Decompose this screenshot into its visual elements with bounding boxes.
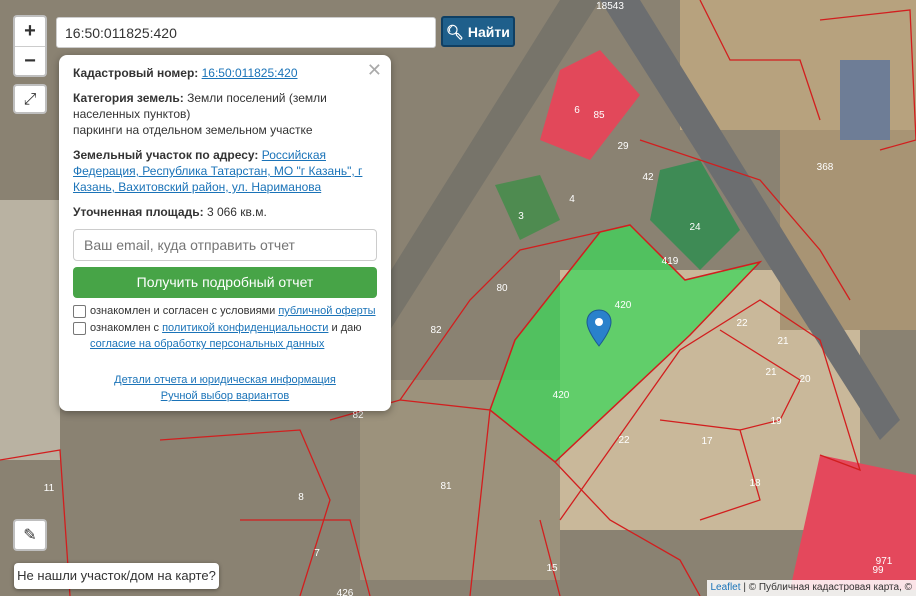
offer-text: ознакомлен и согласен с условиями xyxy=(90,305,276,317)
parcel-label: 21 xyxy=(777,336,789,347)
parcel-label: 18543 xyxy=(596,1,624,12)
parcel-info-popup: ✕ Кадастровый номер: 16:50:011825:420 Ка… xyxy=(59,55,391,411)
privacy-text-start: ознакомлен с xyxy=(90,322,160,334)
parcel-label: 419 xyxy=(662,256,679,267)
parcel-label: 11 xyxy=(44,483,55,494)
manual-selection-link[interactable]: Ручной выбор вариантов xyxy=(161,390,289,402)
offer-agreement-text: ознакомлен и согласен с условиями публич… xyxy=(90,303,376,319)
parcel-label: 85 xyxy=(593,110,605,121)
parcel-label: 368 xyxy=(817,162,834,173)
parcel-label: 426 xyxy=(337,588,354,596)
personal-data-consent-link[interactable]: согласие на обработку персональных данны… xyxy=(90,338,324,350)
cadastral-number-label: Кадастровый номер: xyxy=(73,66,199,80)
parcel-label: 24 xyxy=(689,222,701,233)
parcel-label: 21 xyxy=(765,367,777,378)
privacy-checkbox-row: ознакомлен с политикой конфиденциальност… xyxy=(73,320,377,352)
find-button-label: Найти xyxy=(467,24,510,40)
offer-checkbox[interactable] xyxy=(73,305,86,318)
expand-icon: ⤢ xyxy=(23,91,37,108)
parcel-label: 6 xyxy=(574,105,580,116)
parcel-label: 420 xyxy=(615,300,632,311)
attribution-separator: | xyxy=(743,582,746,593)
privacy-text: ознакомлен с политикой конфиденциальност… xyxy=(90,320,377,352)
parcel-label: 22 xyxy=(618,435,630,446)
leaflet-link[interactable]: Leaflet xyxy=(711,582,741,593)
address-row: Земельный участок по адресу: Российская … xyxy=(73,147,377,195)
map-attribution: Leaflet | © Публичная кадастровая карта,… xyxy=(706,580,916,596)
parcel-label: 20 xyxy=(799,374,811,385)
parcel-label: 22 xyxy=(736,318,748,329)
address-label: Земельный участок по адресу: xyxy=(73,148,259,162)
get-report-button[interactable]: Получить подробный отчет xyxy=(73,267,377,298)
fullscreen-button[interactable]: ⤢ xyxy=(13,84,47,114)
search-icon: 🔍︎ xyxy=(446,24,464,40)
parcel-label: 42 xyxy=(642,172,654,183)
privacy-policy-link[interactable]: политикой конфиденциальности xyxy=(162,322,328,334)
area-row: Уточненная площадь: 3 066 кв.м. xyxy=(73,204,377,220)
parcel-label: 8 xyxy=(298,492,304,503)
parcel-label: 7 xyxy=(314,548,320,559)
area-label: Уточненная площадь: xyxy=(73,205,204,219)
zoom-control: + − xyxy=(13,15,47,77)
parcel-label: 4 xyxy=(569,194,575,205)
parcel-label: 82 xyxy=(430,325,442,336)
popup-links: Детали отчета и юридическая информация Р… xyxy=(73,372,377,404)
land-category-row: Категория земель: Земли поселений (земли… xyxy=(73,90,377,138)
ruler-icon: ✎ xyxy=(23,527,37,544)
area-value: 3 066 кв.м. xyxy=(206,205,267,219)
privacy-text-and: и даю xyxy=(331,322,362,334)
cadastral-number-row: Кадастровый номер: 16:50:011825:420 xyxy=(73,65,377,81)
parcel-label: 99 xyxy=(872,565,884,576)
close-icon[interactable]: ✕ xyxy=(367,60,382,81)
privacy-checkbox[interactable] xyxy=(73,322,86,335)
cadastral-number-link[interactable]: 16:50:011825:420 xyxy=(202,66,298,80)
email-input[interactable] xyxy=(73,229,377,261)
zoom-in-button[interactable]: + xyxy=(15,17,45,46)
parcel-label: 17 xyxy=(701,436,713,447)
parcel-label: 18 xyxy=(749,478,761,489)
parcel-label: 420 xyxy=(553,390,570,401)
find-button[interactable]: 🔍︎ Найти xyxy=(441,16,515,47)
parcel-label: 82 xyxy=(352,410,364,421)
parcel-label: 29 xyxy=(617,141,629,152)
parcel-label: 80 xyxy=(496,283,508,294)
land-category-label: Категория земель: xyxy=(73,91,184,105)
parcel-label: 81 xyxy=(440,481,452,492)
land-use-value: паркинги на отдельном земельном участке xyxy=(73,123,313,137)
zoom-out-button[interactable]: − xyxy=(15,46,45,76)
parcel-label: 19 xyxy=(770,416,782,427)
public-offer-link[interactable]: публичной оферты xyxy=(278,305,375,317)
parcel-label: 15 xyxy=(546,563,558,574)
search-input[interactable] xyxy=(56,17,436,48)
offer-agreement-checkbox-row: ознакомлен и согласен с условиями публич… xyxy=(73,303,377,319)
measure-button[interactable]: ✎ xyxy=(13,519,47,551)
report-details-link[interactable]: Детали отчета и юридическая информация xyxy=(114,374,336,386)
parcel-label: 3 xyxy=(518,211,524,222)
not-found-button[interactable]: Не нашли участок/дом на карте? xyxy=(14,563,219,589)
attribution-text: © Публичная кадастровая карта, © xyxy=(748,582,912,593)
